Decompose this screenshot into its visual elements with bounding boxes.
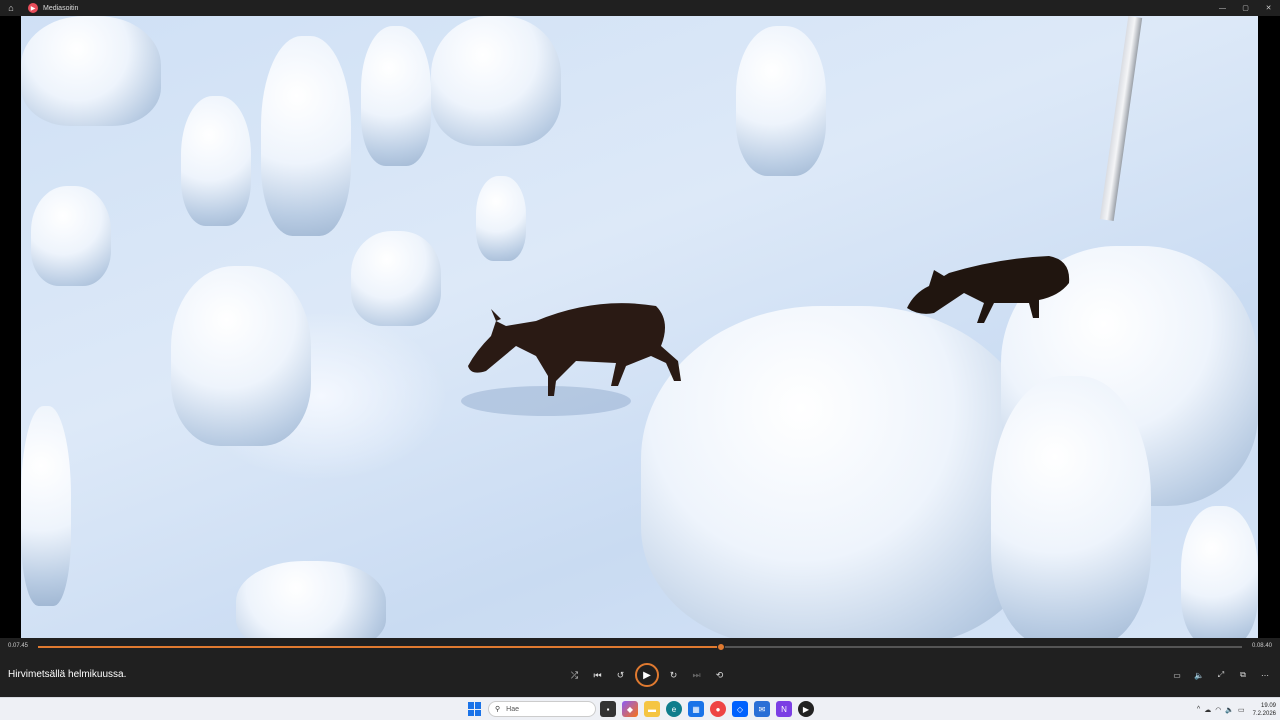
- moose-large: [468, 303, 681, 396]
- taskbar-search[interactable]: ⚲ Hae: [488, 701, 596, 717]
- playback-controls: 0.07.45 0.08.40 Hirvimetsällä helmikuuss…: [0, 638, 1280, 697]
- onenote-icon[interactable]: N: [776, 701, 792, 717]
- snow-tree: [236, 561, 386, 638]
- search-icon: ⚲: [495, 706, 501, 713]
- snow-tree: [736, 26, 826, 176]
- minimize-icon[interactable]: —: [1211, 0, 1234, 16]
- clock[interactable]: 19.09 7.2.2026: [1253, 702, 1276, 718]
- file-explorer-icon[interactable]: ▬: [644, 701, 660, 717]
- expand-icon[interactable]: ⤢: [1210, 663, 1232, 687]
- battery-icon[interactable]: ▭: [1238, 706, 1245, 714]
- snow-tree: [991, 376, 1151, 638]
- title-bar: ⌂ ▶ Mediasoitin — ▢ ✕: [0, 0, 1280, 16]
- media-player-taskbar-icon[interactable]: ▶: [798, 701, 814, 717]
- miniplayer-icon[interactable]: ⧉: [1232, 663, 1254, 687]
- seek-bar-fill: [38, 646, 722, 648]
- chevron-up-icon[interactable]: ^: [1197, 706, 1200, 713]
- play-icon: ▶: [643, 669, 651, 681]
- taskbar: ⚲ Hae ▪ ◆ ▬ e ▦ ● ◇ ✉ N ▶ ^ ☁ ◠ 🔈 ▭ 19.0…: [0, 697, 1280, 720]
- snow-tree: [351, 231, 441, 326]
- more-icon[interactable]: ⋯: [1254, 663, 1276, 687]
- search-placeholder: Hae: [506, 705, 519, 713]
- forward-30-icon[interactable]: ↻: [662, 663, 685, 687]
- volume-tray-icon[interactable]: 🔈: [1225, 706, 1234, 714]
- previous-icon[interactable]: ⏮: [586, 663, 609, 687]
- snow-tree: [1181, 506, 1258, 638]
- store-icon[interactable]: ▦: [688, 701, 704, 717]
- seek-bar[interactable]: [38, 643, 1242, 651]
- clock-time: 19.09: [1260, 702, 1276, 709]
- current-time: 0.07.45: [8, 643, 29, 649]
- seek-thumb[interactable]: [717, 643, 726, 651]
- start-button[interactable]: [468, 702, 482, 716]
- snow-tree: [431, 16, 561, 146]
- snow-tree: [476, 176, 526, 261]
- copilot-icon[interactable]: ◆: [622, 701, 638, 717]
- snow-tree: [181, 96, 251, 226]
- total-time: 0.08.40: [1251, 643, 1272, 649]
- next-icon[interactable]: ⏭: [685, 663, 708, 687]
- play-button[interactable]: ▶: [635, 663, 659, 687]
- media-caption: Hirvimetsällä helmikuussa.: [8, 669, 127, 680]
- snow-tree: [171, 266, 311, 446]
- app-icon: ▶: [28, 3, 38, 13]
- rewind-10-icon[interactable]: ↺: [609, 663, 632, 687]
- onedrive-icon[interactable]: ☁: [1204, 706, 1211, 714]
- snow-tree: [21, 16, 161, 126]
- moose-small: [907, 256, 1070, 323]
- window-title: Mediasoitin: [43, 4, 79, 12]
- snow-tree: [21, 406, 71, 606]
- firefox-icon[interactable]: ●: [710, 701, 726, 717]
- edge-icon[interactable]: e: [666, 701, 682, 717]
- dropbox-icon[interactable]: ◇: [732, 701, 748, 717]
- wifi-icon[interactable]: ◠: [1215, 706, 1221, 714]
- close-icon[interactable]: ✕: [1257, 0, 1280, 16]
- shuffle-icon[interactable]: ⤮: [563, 663, 586, 687]
- repeat-icon[interactable]: ⟲: [708, 663, 731, 687]
- birch-trunk: [1099, 16, 1143, 221]
- clock-date: 7.2.2026: [1252, 710, 1276, 717]
- video-frame[interactable]: [21, 16, 1258, 638]
- home-icon[interactable]: ⌂: [0, 0, 22, 16]
- snow-tree: [261, 36, 351, 236]
- mail-icon[interactable]: ✉: [754, 701, 770, 717]
- volume-icon[interactable]: 🔈: [1188, 663, 1210, 687]
- media-player-window: ⌂ ▶ Mediasoitin — ▢ ✕ 0.07.45 0.08.40 Hi…: [0, 0, 1280, 697]
- task-view-icon[interactable]: ▪: [600, 701, 616, 717]
- maximize-icon[interactable]: ▢: [1234, 0, 1257, 16]
- fullscreen-video-icon[interactable]: ▭: [1166, 663, 1188, 687]
- snow-tree: [31, 186, 111, 286]
- snow-tree: [361, 26, 431, 166]
